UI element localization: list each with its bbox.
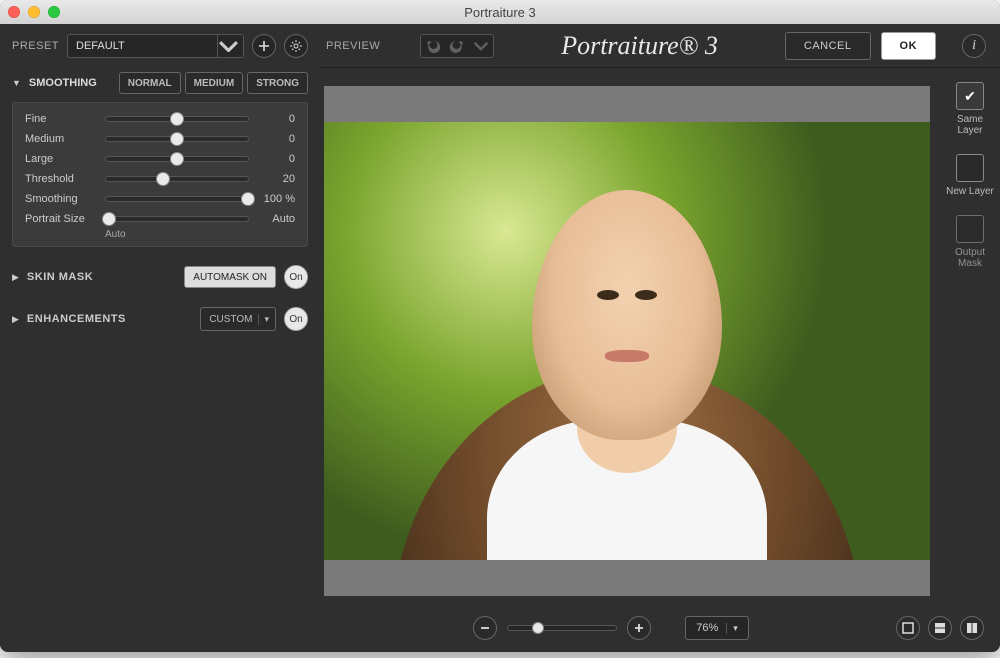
- enhancements-section-header: ▶ ENHANCEMENTS CUSTOM ▾ On: [12, 307, 308, 331]
- new-layer-option[interactable]: New Layer: [946, 154, 994, 197]
- view-split-horizontal-button[interactable]: [928, 616, 952, 640]
- medium-value: 0: [257, 133, 295, 145]
- triangle-right-icon[interactable]: ▶: [12, 314, 19, 325]
- enhancements-mode-dropdown[interactable]: CUSTOM ▾: [200, 307, 276, 331]
- threshold-label: Threshold: [25, 173, 97, 185]
- left-panel: PRESET DEFAULT ▼ SMOOTHING: [0, 24, 320, 652]
- output-mask-option[interactable]: Output Mask: [946, 215, 994, 269]
- titlebar: Portraiture 3: [0, 0, 1000, 24]
- preview-area[interactable]: [324, 86, 930, 596]
- history-dropdown[interactable]: [469, 35, 493, 57]
- large-label: Large: [25, 153, 97, 165]
- triangle-down-icon[interactable]: ▼: [12, 78, 21, 88]
- view-split-vertical-button[interactable]: [960, 616, 984, 640]
- preset-label: PRESET: [12, 40, 59, 52]
- chevron-down-icon: ▾: [726, 623, 738, 634]
- bottom-toolbar: 76% ▾: [320, 604, 1000, 652]
- preset-settings-button[interactable]: [284, 34, 308, 58]
- triangle-right-icon[interactable]: ▶: [12, 272, 19, 283]
- undo-button[interactable]: [421, 35, 445, 57]
- skin-mask-title: SKIN MASK: [27, 271, 93, 283]
- threshold-slider[interactable]: [105, 176, 249, 182]
- portrait-size-slider[interactable]: [105, 216, 249, 222]
- enhancements-toggle[interactable]: On: [284, 307, 308, 331]
- chevron-down-icon: ▾: [258, 314, 269, 325]
- info-button[interactable]: i: [962, 34, 986, 58]
- zoom-out-button[interactable]: [473, 616, 497, 640]
- smoothing-slider[interactable]: [105, 196, 249, 202]
- brand-logo: Portraiture® 3: [561, 31, 718, 61]
- portrait-size-label: Portrait Size: [25, 213, 97, 225]
- smoothing-mode-normal[interactable]: NORMAL: [119, 72, 181, 94]
- large-slider[interactable]: [105, 156, 249, 162]
- ok-button[interactable]: OK: [881, 32, 937, 60]
- preset-value: DEFAULT: [76, 40, 125, 52]
- skin-mask-toggle[interactable]: On: [284, 265, 308, 289]
- smoothing-mode-strong[interactable]: STRONG: [247, 72, 308, 94]
- fine-value: 0: [257, 113, 295, 125]
- preset-dropdown[interactable]: DEFAULT: [67, 34, 244, 58]
- check-icon: ✔: [964, 88, 976, 105]
- portrait-size-value: Auto: [257, 213, 295, 225]
- add-preset-button[interactable]: [252, 34, 276, 58]
- history-buttons: [420, 34, 494, 58]
- enhancements-title: ENHANCEMENTS: [27, 313, 126, 325]
- skin-mask-section-header: ▶ SKIN MASK AUTOMASK ON On: [12, 265, 308, 289]
- top-toolbar: PREVIEW Portraiture® 3 CANCEL OK i: [320, 24, 1000, 68]
- zoom-slider[interactable]: [507, 625, 617, 631]
- preview-label: PREVIEW: [326, 40, 380, 52]
- same-layer-option[interactable]: ✔ Same Layer: [946, 82, 994, 136]
- preview-image: [324, 122, 930, 561]
- medium-label: Medium: [25, 133, 97, 145]
- fine-slider[interactable]: [105, 116, 249, 122]
- large-value: 0: [257, 153, 295, 165]
- automask-button[interactable]: AUTOMASK ON: [184, 266, 276, 288]
- fine-label: Fine: [25, 113, 97, 125]
- threshold-value: 20: [257, 173, 295, 185]
- zoom-in-button[interactable]: [627, 616, 651, 640]
- output-options-column: ✔ Same Layer New Layer Output Mask: [940, 68, 1000, 604]
- smoothing-value: 100 %: [257, 193, 295, 205]
- view-single-button[interactable]: [896, 616, 920, 640]
- medium-slider[interactable]: [105, 136, 249, 142]
- chevron-down-icon: [217, 35, 239, 57]
- redo-button[interactable]: [445, 35, 469, 57]
- smoothing-mode-medium[interactable]: MEDIUM: [185, 72, 244, 94]
- cancel-button[interactable]: CANCEL: [785, 32, 871, 60]
- smoothing-title: SMOOTHING: [29, 77, 97, 89]
- smoothing-section: ▼ SMOOTHING NORMAL MEDIUM STRONG Fine 0: [12, 72, 308, 247]
- auto-label: Auto: [105, 229, 295, 240]
- window-title: Portraiture 3: [0, 5, 1000, 20]
- smoothing-label: Smoothing: [25, 193, 97, 205]
- zoom-value-dropdown[interactable]: 76% ▾: [685, 616, 749, 640]
